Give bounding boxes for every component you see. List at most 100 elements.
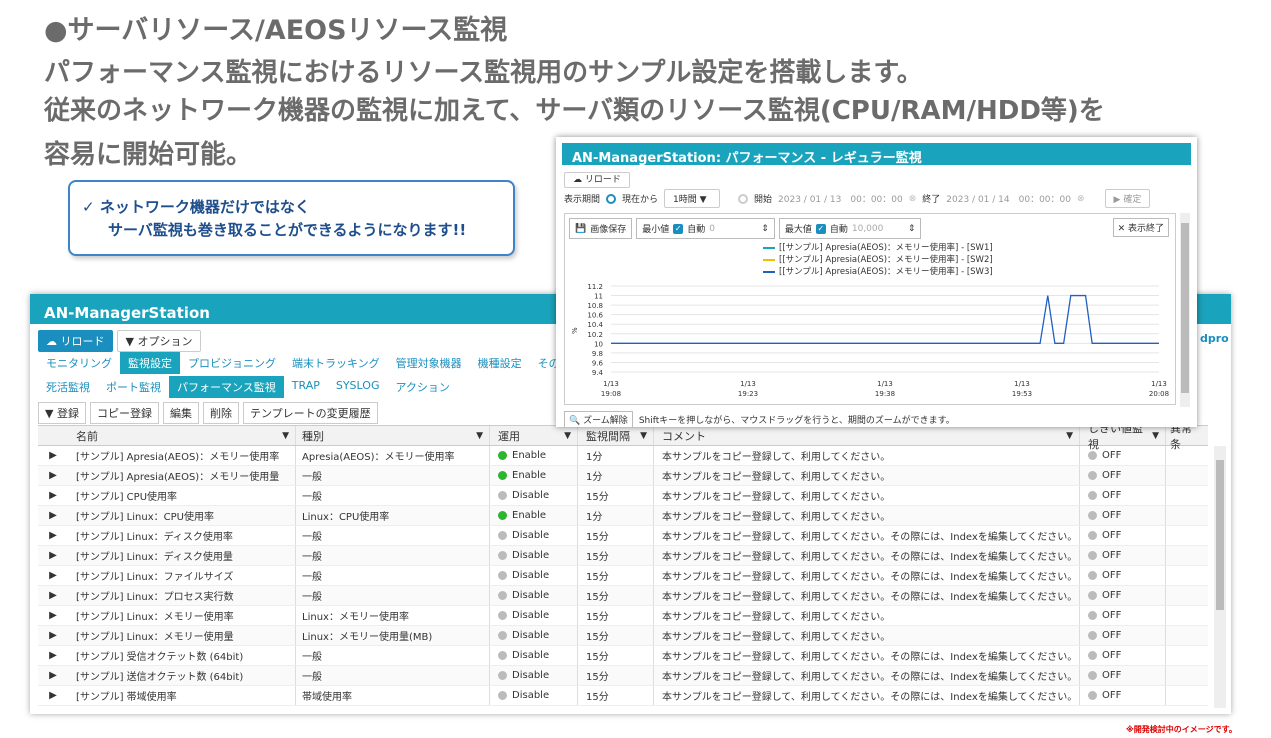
min-input[interactable]: 0	[709, 224, 757, 234]
expand-arrow-icon[interactable]: ▶	[38, 650, 68, 661]
hide-button[interactable]: ✕ 表示終了	[1112, 218, 1169, 237]
filter-icon[interactable]: ▼	[282, 431, 289, 441]
table-row[interactable]: ▶ [サンプル] Linux：メモリー使用率 Linux：メモリー使用率 Disabl…	[38, 606, 1208, 626]
subtab-1[interactable]: ポート監視	[98, 376, 169, 398]
subtab-5[interactable]: アクション	[387, 376, 457, 398]
cell-threshold: OFF	[1080, 666, 1166, 685]
threshold-text: OFF	[1102, 610, 1122, 621]
duration-select[interactable]: 1時間 ▼	[664, 189, 721, 208]
column-header-0[interactable]: 名前 ▼	[68, 426, 296, 445]
x-tick-label: 19:23	[738, 390, 758, 398]
subtab-2[interactable]: パフォーマンス監視	[169, 376, 284, 398]
confirm-button[interactable]: ▶ 確定	[1104, 189, 1151, 208]
filter-icon[interactable]: ▼	[564, 431, 571, 441]
table-row[interactable]: ▶ [サンプル] CPU使用率 一般 Disable 15分 本サンプルをコピー登録して、…	[38, 486, 1208, 506]
toolbar-button-3[interactable]: 削除	[202, 402, 239, 424]
cell-extra	[1166, 466, 1196, 485]
status-text: Disable	[512, 590, 550, 601]
table-row[interactable]: ▶ [サンプル] Linux：メモリー使用量 Linux：メモリー使用量(MB) Di…	[38, 626, 1208, 646]
start-field[interactable]: 2023 / 01 / 13 00：00：00	[778, 192, 903, 205]
column-header-2[interactable]: 運用 ▼	[490, 426, 578, 445]
table-row[interactable]: ▶ [サンプル] Linux：ディスク使用率 一般 Disable 15分 本サンプルをコ…	[38, 526, 1208, 546]
footnote: ※開発検討中のイメージです。	[1126, 725, 1237, 734]
expand-arrow-icon[interactable]: ▶	[38, 470, 68, 481]
legend-label: [[サンプル] Apresia(AEOS)：メモリー使用率] - [SW2]	[779, 255, 993, 265]
table-row[interactable]: ▶ [サンプル] Apresia(AEOS)：メモリー使用率 Apresia(AEO…	[38, 446, 1208, 466]
min-auto-checkbox[interactable]: ✓	[673, 223, 684, 234]
radio-start[interactable]	[738, 193, 749, 204]
table-row[interactable]: ▶ [サンプル] Linux：ファイルサイズ 一般 Disable 15分 本サンプルをコ…	[38, 566, 1208, 586]
tab-5[interactable]: 機種設定	[470, 352, 530, 374]
expand-arrow-icon[interactable]: ▶	[38, 630, 68, 641]
table-row[interactable]: ▶ [サンプル] 受信オクテット数 (64bit) 一般 Disable 15分 本サンプ…	[38, 646, 1208, 666]
radio-from-now[interactable]	[606, 193, 617, 204]
threshold-dot-icon	[1088, 651, 1097, 660]
expand-arrow-icon[interactable]: ▶	[38, 690, 68, 701]
column-header-3[interactable]: 監視間隔 ▼	[578, 426, 654, 445]
toolbar-button-0[interactable]: ▼ 登録	[38, 402, 86, 424]
filter-icon[interactable]: ▼	[476, 431, 483, 441]
toolbar-button-1[interactable]: コピー登録	[89, 402, 159, 424]
threshold-text: OFF	[1102, 590, 1122, 601]
cell-threshold: OFF	[1080, 626, 1166, 645]
table-row[interactable]: ▶ [サンプル] 送信オクテット数 (64bit) 一般 Disable 15分 本サンプ…	[38, 666, 1208, 686]
filter-icon[interactable]: ▼	[1152, 431, 1159, 441]
tab-1[interactable]: 監視設定	[120, 352, 180, 374]
threshold-text: OFF	[1102, 450, 1122, 461]
zoom-reset-button[interactable]: 🔍 ズーム解除	[564, 411, 633, 427]
perf-scrollbar[interactable]	[1180, 213, 1190, 407]
subtab-3[interactable]: TRAP	[284, 376, 328, 398]
table-scrollbar[interactable]	[1214, 446, 1226, 708]
cell-threshold: OFF	[1080, 646, 1166, 665]
tab-0[interactable]: モニタリング	[38, 352, 120, 374]
reload-button[interactable]: ☁ リロード	[38, 330, 113, 352]
subtab-4[interactable]: SYSLOG	[328, 376, 388, 398]
table-row[interactable]: ▶ [サンプル] Linux：プロセス実行数 一般 Disable 15分 本サンプルをコ…	[38, 586, 1208, 606]
cell-extra	[1166, 686, 1196, 705]
column-header-4[interactable]: コメント ▼	[654, 426, 1080, 445]
max-auto-checkbox[interactable]: ✓	[815, 223, 826, 234]
expand-arrow-icon[interactable]: ▶	[38, 450, 68, 461]
expand-arrow-icon[interactable]: ▶	[38, 590, 68, 601]
filter-icon[interactable]: ▼	[640, 431, 647, 441]
perf-reload-button[interactable]: ☁ リロード	[564, 172, 630, 188]
expand-arrow-icon[interactable]: ▶	[38, 530, 68, 541]
toolbar-button-4[interactable]: テンプレートの変更履歴	[242, 402, 378, 424]
cell-type: Apresia(AEOS)：メモリー使用率	[296, 446, 490, 465]
expand-arrow-icon[interactable]: ▶	[38, 510, 68, 521]
table-row[interactable]: ▶ [サンプル] Linux：CPU使用率 Linux：CPU使用率 Enable 1分…	[38, 506, 1208, 526]
table-row[interactable]: ▶ [サンプル] Linux：ディスク使用量 一般 Disable 15分 本サンプルをコ…	[38, 546, 1208, 566]
cell-extra	[1166, 666, 1196, 685]
expand-arrow-icon[interactable]: ▶	[38, 610, 68, 621]
column-header-5[interactable]: しきい値監視 ▼	[1080, 422, 1166, 451]
column-header-1[interactable]: 種別 ▼	[296, 426, 490, 445]
tab-4[interactable]: 管理対象機器	[388, 352, 470, 374]
expand-arrow-icon[interactable]: ▶	[38, 550, 68, 561]
threshold-text: OFF	[1102, 470, 1122, 481]
filter-icon[interactable]: ▼	[1066, 431, 1073, 441]
status-dot-icon	[498, 651, 507, 660]
end-field[interactable]: 2023 / 01 / 14 00：00：00	[946, 192, 1071, 205]
expand-arrow-icon[interactable]: ▶	[38, 570, 68, 581]
cell-threshold: OFF	[1080, 486, 1166, 505]
save-image-button[interactable]: 💾 画像保存	[569, 218, 633, 239]
max-input[interactable]: 10,000	[852, 224, 904, 234]
expand-arrow-icon[interactable]: ▶	[38, 490, 68, 501]
cell-interval: 15分	[578, 646, 654, 665]
legend-label: [[サンプル] Apresia(AEOS)：メモリー使用率] - [SW3]	[779, 267, 993, 277]
status-dot-icon	[498, 511, 507, 520]
tab-3[interactable]: 端末トラッキング	[284, 352, 388, 374]
y-tick-label: 9.6	[592, 359, 604, 367]
table-row[interactable]: ▶ [サンプル] Apresia(AEOS)：メモリー使用量 一般 Enable 1分本…	[38, 466, 1208, 486]
threshold-text: OFF	[1102, 490, 1122, 501]
expand-arrow-icon[interactable]: ▶	[38, 670, 68, 681]
toolbar-button-2[interactable]: 編集	[162, 402, 199, 424]
status-text: Disable	[512, 670, 550, 681]
cell-type: 一般	[296, 486, 490, 505]
cell-interval: 15分	[578, 546, 654, 565]
options-button[interactable]: ▼ オプション	[116, 330, 202, 352]
column-header-6[interactable]: 異常条	[1166, 422, 1196, 451]
subtab-0[interactable]: 死活監視	[38, 376, 98, 398]
tab-2[interactable]: プロビジョニング	[180, 352, 284, 374]
table-row[interactable]: ▶ [サンプル] 帯域使用率 帯域使用率 Disable 15分 本サンプルをコピー登録し…	[38, 686, 1208, 706]
